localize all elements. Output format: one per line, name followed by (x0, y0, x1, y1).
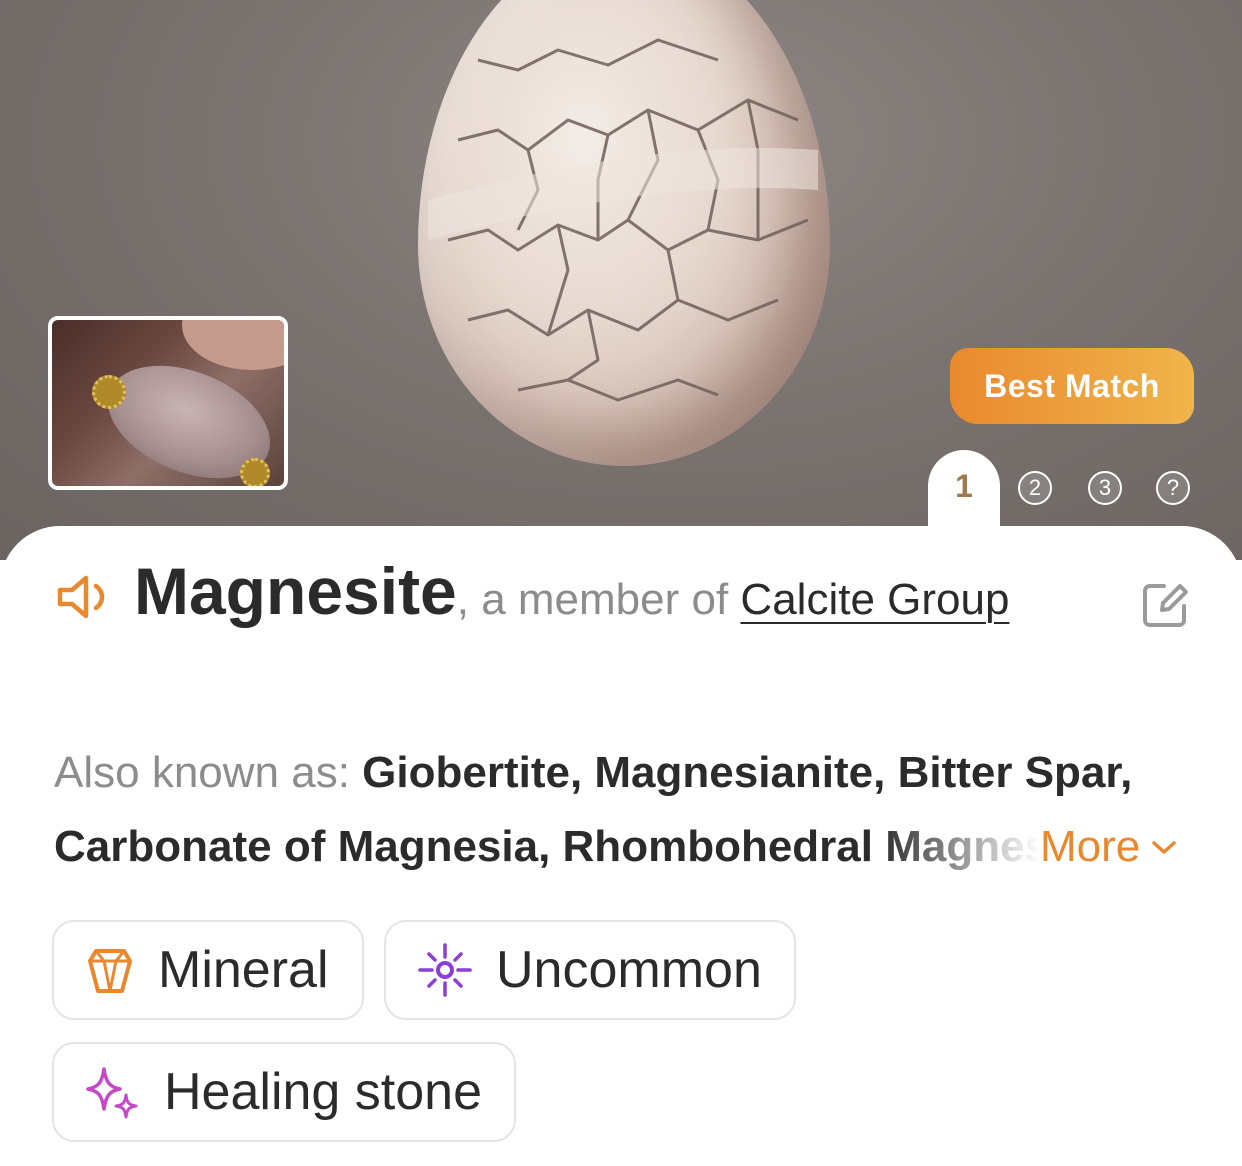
tag-mineral-label: Mineral (158, 941, 329, 999)
more-button[interactable]: More (1040, 812, 1189, 882)
chevron-down-icon (1152, 841, 1176, 854)
result-title: Magnesite, a member of Calcite Group (54, 556, 1134, 635)
result-page-tabs: 1 2 3 ? (928, 450, 1218, 530)
sparkle-rarity-icon (418, 943, 472, 997)
result-tab-2[interactable]: 2 (1018, 471, 1052, 505)
best-match-badge: Best Match (950, 348, 1194, 424)
hero-image[interactable]: Best Match 1 2 3 ? (0, 0, 1242, 560)
speaker-icon[interactable] (54, 572, 116, 622)
user-photo-thumbnail[interactable] (48, 316, 288, 490)
result-tab-3[interactable]: 3 (1088, 471, 1122, 505)
mineral-name: Magnesite (134, 554, 457, 628)
crystal-icon (88, 949, 132, 993)
tag-uncommon[interactable]: Uncommon (384, 920, 796, 1020)
more-label: More (1040, 822, 1141, 871)
specimen-photo (418, 0, 830, 466)
member-of-text: , a member of (456, 575, 741, 624)
tag-healing-stone-label: Healing stone (164, 1063, 482, 1121)
result-tab-help[interactable]: ? (1156, 471, 1190, 505)
sparkles-icon (86, 1067, 138, 1119)
aka-label: Also known as: (54, 748, 363, 797)
tag-mineral[interactable]: Mineral (52, 920, 364, 1020)
tag-uncommon-label: Uncommon (496, 941, 762, 999)
edit-icon[interactable] (1140, 580, 1190, 630)
tag-healing-stone[interactable]: Healing stone (52, 1042, 516, 1142)
result-tab-1[interactable]: 1 (928, 450, 1000, 530)
group-link[interactable]: Calcite Group (740, 575, 1009, 624)
